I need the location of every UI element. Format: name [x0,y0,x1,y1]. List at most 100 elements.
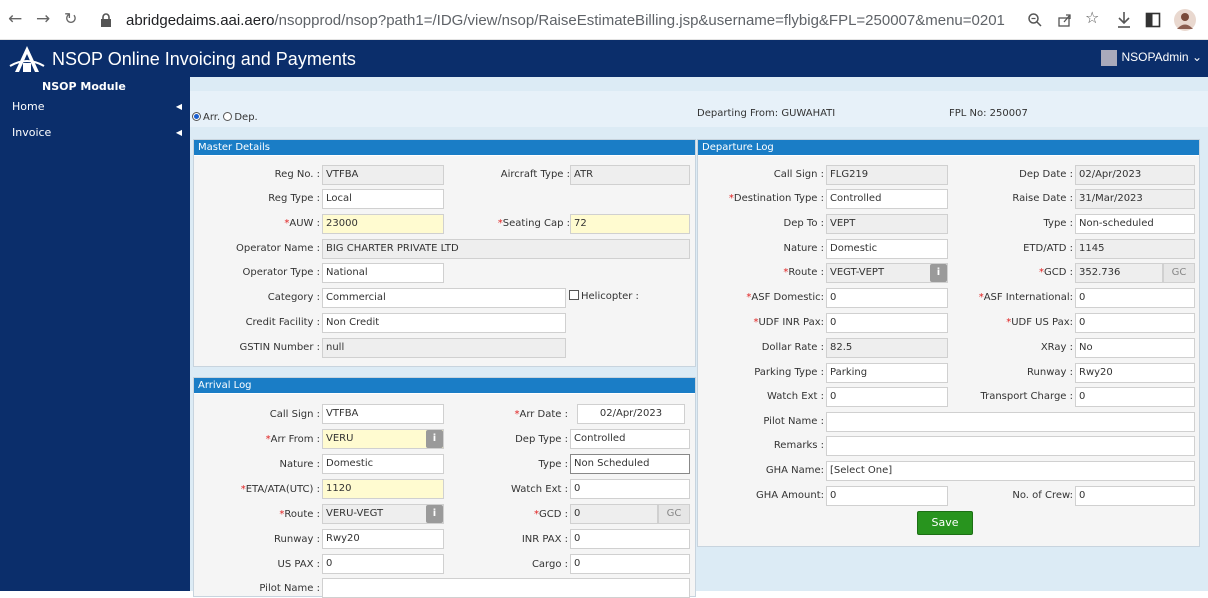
gstin-field[interactable]: null [322,338,566,358]
etd-field[interactable]: 1145 [1075,239,1195,259]
address-bar[interactable]: abridgedaims.aai.aero/nsopprod/nsop?path… [126,12,1005,29]
arr-nature-label: Nature : [279,459,320,470]
arr-type-select[interactable]: Non Scheduled [570,454,690,474]
download-icon[interactable] [1116,11,1132,29]
dollar-rate-field[interactable]: 82.5 [826,338,948,358]
arr-call-sign-field[interactable]: VTFBA [322,404,444,424]
dep-watch-ext-label: Watch Ext : [766,391,824,402]
dep-radio[interactable]: Dep. [223,112,258,123]
star-icon[interactable]: ☆ [1085,8,1099,27]
save-button[interactable]: Save [917,511,973,535]
lock-icon[interactable] [100,13,112,27]
udf-inr-field[interactable]: 0 [826,313,948,333]
auw-field[interactable]: 23000 [322,214,444,234]
dep-date-field[interactable]: 02/Apr/2023 [1075,165,1195,185]
sidebar-item-home[interactable]: Home ◀ [0,94,190,120]
helicopter-checkbox[interactable]: Helicopter : [569,290,639,302]
departing-from: Departing From: GUWAHATI [697,108,836,119]
category-field[interactable]: Commercial [322,288,566,308]
info-icon[interactable]: i [426,505,443,523]
crew-label: No. of Crew: [1012,490,1073,501]
raise-date-field[interactable]: 31/Mar/2023 [1075,189,1195,209]
forward-icon[interactable]: → [36,9,50,29]
credit-facility-label: Credit Facility : [245,317,320,328]
arr-date-field[interactable]: 02/Apr/2023 [577,404,685,424]
dep-gcd-label: *GCD : [1039,267,1073,278]
cargo-field[interactable]: 0 [570,554,690,574]
dep-runway-label: Runway : [1027,367,1073,378]
arr-radio[interactable]: Arr. [192,112,220,123]
reg-no-field[interactable]: VTFBA [322,165,444,185]
udf-us-field[interactable]: 0 [1075,313,1195,333]
sidepanel-icon[interactable] [1145,12,1161,28]
udf-inr-label: *UDF INR Pax: [753,317,824,328]
dep-call-sign-field[interactable]: FLG219 [826,165,948,185]
arr-nature-field[interactable]: Domestic [322,454,444,474]
dep-type-flight-label: Type : [1043,218,1073,229]
dep-date-label: Dep Date : [1019,169,1073,180]
eta-label: *ETA/ATA(UTC) : [240,484,320,495]
gha-name-select[interactable]: [Select One] [826,461,1195,481]
operator-type-field[interactable]: National [322,263,444,283]
reg-type-label: Reg Type : [268,193,320,204]
credit-facility-field[interactable]: Non Credit [322,313,566,333]
transport-charge-field[interactable]: 0 [1075,387,1195,407]
profile-icon[interactable] [1173,8,1197,32]
zoom-icon[interactable] [1027,12,1043,28]
dep-watch-ext-field[interactable]: 0 [826,387,948,407]
cargo-label: Cargo : [531,559,568,570]
parking-type-field[interactable]: Parking [826,363,948,383]
dep-pilot-name-field[interactable] [826,412,1195,432]
inr-pax-field[interactable]: 0 [570,529,690,549]
arr-pilot-name-field[interactable] [322,578,690,598]
panel-title: Departure Log [698,140,1199,156]
eta-field[interactable]: 1120 [322,479,444,499]
arr-watch-ext-field[interactable]: 0 [570,479,690,499]
dep-gcd-field[interactable]: 352.736 [1075,263,1163,283]
sidebar-item-invoice[interactable]: Invoice ◀ [0,120,190,146]
udf-us-label: *UDF US Pax: [1006,317,1073,328]
share-icon[interactable] [1057,12,1073,28]
gc-button[interactable]: GC [1163,263,1195,283]
dep-type-field[interactable]: Controlled [570,429,690,449]
us-pax-field[interactable]: 0 [322,554,444,574]
user-menu[interactable]: NSOPAdmin ⌄ [1101,50,1202,66]
crew-field[interactable]: 0 [1075,486,1195,506]
dep-runway-field[interactable]: Rwy20 [1075,363,1195,383]
dep-type-flight-field[interactable]: Non-scheduled [1075,214,1195,234]
dest-type-field[interactable]: Controlled [826,189,948,209]
dep-to-label: Dep To : [783,218,824,229]
sidebar-item-label: Home [12,100,45,113]
reload-icon[interactable]: ↻ [64,9,77,29]
xray-field[interactable]: No [1075,338,1195,358]
arr-runway-label: Runway : [274,534,320,545]
panel-title: Arrival Log [194,378,695,394]
gc-button[interactable]: GC [658,504,690,524]
operator-name-field[interactable]: BIG CHARTER PRIVATE LTD [322,239,690,259]
dep-to-field[interactable]: VEPT [826,214,948,234]
remarks-field[interactable] [826,436,1195,456]
back-icon[interactable]: ← [8,9,22,29]
asf-domestic-field[interactable]: 0 [826,288,948,308]
transport-charge-label: Transport Charge : [980,391,1073,402]
aai-logo-icon [9,46,45,72]
arr-gcd-label: *GCD : [534,509,568,520]
info-icon[interactable]: i [426,430,443,448]
caret-left-icon: ◀ [175,128,182,137]
dep-nature-field[interactable]: Domestic [826,239,948,259]
info-icon[interactable]: i [930,264,947,282]
gha-amount-field[interactable]: 0 [826,486,948,506]
remarks-label: Remarks : [773,440,824,451]
dep-type-label: Dep Type : [515,434,568,445]
chevron-down-icon: ⌄ [1191,50,1202,65]
asf-international-field[interactable]: 0 [1075,288,1195,308]
arr-gcd-field[interactable]: 0 [570,504,658,524]
inr-pax-label: INR PAX : [521,534,568,545]
seating-cap-field[interactable]: 72 [570,214,690,234]
dest-type-label: *Destination Type : [728,193,824,204]
arr-runway-field[interactable]: Rwy20 [322,529,444,549]
url-host: abridgedaims.aai.aero [126,12,275,29]
aircraft-type-field[interactable]: ATR [570,165,690,185]
reg-type-field[interactable]: Local [322,189,444,209]
arr-date-label: *Arr Date : [514,409,568,420]
